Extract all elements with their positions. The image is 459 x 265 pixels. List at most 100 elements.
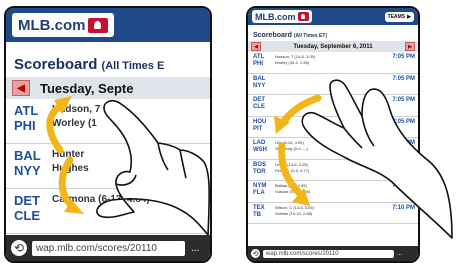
game-row[interactable]: NYM FLA Batista (4-0, 2.95) Volstad (5-12, … — [248, 181, 418, 203]
away-pitcher: Hudson, 7 — [52, 104, 101, 115]
team-codes: BAL NYY — [253, 76, 275, 95]
home-pitcher: Perez, L (0-0, 6.77) — [275, 167, 310, 173]
scoreboard-subtitle: (All Times E — [101, 60, 165, 72]
home-pitcher: Hughes — [52, 163, 89, 174]
away-team: NYM — [253, 183, 267, 189]
home-team: PHI — [14, 118, 36, 133]
probable-pitchers: Lilly (8-15, 4.09) Strasburg (0-0, ---) — [275, 140, 308, 159]
mlb-logo-icon — [87, 17, 108, 33]
team-codes: DET CLE — [14, 193, 52, 233]
probable-pitchers: Hunter Hughes — [52, 148, 89, 188]
home-pitcher: Shields (14-10, 2.88) — [275, 210, 313, 216]
home-pitcher: Strasburg (0-0, ---) — [275, 146, 309, 151]
game-time: 7:05 PM — [392, 54, 415, 60]
away-team: BOS — [253, 161, 267, 168]
probable-pitchers: Lester (14-6, 3.05) Perez, L (0-0, 6.77) — [275, 162, 309, 181]
game-time: 7:10 PM — [392, 204, 415, 211]
home-team: FLA — [253, 190, 265, 196]
team-codes: DET CLE — [253, 97, 275, 116]
game-row[interactable]: TEX TB Wilson, C (14-6, 3.05) Shields (14-1… — [248, 203, 418, 224]
mlb-logo[interactable]: MLB.com — [252, 10, 312, 23]
game-row[interactable]: ATL PHI Hudson, 7 Worley (1 — [6, 99, 210, 144]
teams-button-label: TEAMS — [387, 13, 406, 20]
game-time: 7:05 PM — [392, 97, 415, 103]
game-row[interactable]: DET CLE 7:05 PM — [248, 95, 418, 117]
browser-url-bar: ⟲ wap.mlb.com/scores/20110 ... — [248, 246, 418, 261]
home-pitcher: Lincoln — [275, 118, 288, 124]
home-pitcher: Worley (1 — [52, 118, 97, 129]
away-pitcher: Wilson, C (14-6, 3.05) — [275, 204, 314, 210]
date-label: Tuesday, September 6, 2011 — [293, 43, 373, 50]
mlb-header: MLB.com — [6, 8, 210, 42]
away-team: BAL — [253, 75, 266, 82]
game-row[interactable]: DET CLE Carmona (6-13, 4.84) — [6, 189, 210, 234]
away-team: TEX — [253, 204, 265, 211]
team-codes: ATL PHI — [14, 103, 52, 143]
url-field[interactable]: wap.mlb.com/scores/20110 — [263, 249, 394, 258]
home-team: TB — [253, 211, 261, 218]
game-row[interactable]: BAL NYY 7:05 PM — [248, 74, 418, 95]
game-row[interactable]: BOS TOR Lester (14-6, 3.05) Perez, L (0-0, … — [248, 160, 418, 181]
home-team: CLE — [14, 208, 40, 223]
home-team: PIT — [253, 125, 263, 132]
game-time: 7:05 PM — [392, 140, 415, 146]
refresh-icon: ⟲ — [13, 241, 25, 255]
game-time: 7:10 PM — [392, 183, 415, 189]
game-time: 7:05 PM — [392, 75, 415, 82]
next-day-button[interactable]: ▶ — [405, 42, 415, 51]
probable-pitchers: Lincoln — [275, 119, 288, 138]
team-codes: ATL PHI — [253, 54, 275, 73]
teams-arrow-icon: ▶ — [407, 13, 411, 20]
team-codes: BOS TOR — [253, 162, 275, 181]
team-codes: BAL NYY — [14, 148, 52, 188]
away-pitcher: Lester (14-6, 3.05) — [275, 161, 308, 167]
prev-arrow-icon: ◀ — [17, 82, 25, 94]
scoreboard-title-text: Scoreboard — [253, 32, 292, 39]
game-row[interactable]: BAL NYY Hunter Hughes — [6, 144, 210, 189]
away-team: DET — [253, 97, 265, 103]
home-team: NYY — [253, 82, 266, 89]
date-bar: ◀ Tuesday, September 6, 2011 ▶ — [248, 41, 418, 52]
refresh-button[interactable]: ⟲ — [251, 249, 260, 258]
home-pitcher: Worley (10-2, 2.85) — [275, 60, 310, 65]
prev-day-button[interactable]: ◀ — [251, 42, 261, 51]
away-team: LAD — [253, 140, 266, 146]
game-row[interactable]: HOU PIT Lincoln 7:05 PM — [248, 117, 418, 138]
away-team: ATL — [253, 54, 265, 60]
game-time: 7:05 PM — [392, 118, 415, 125]
team-codes: HOU PIT — [253, 119, 275, 138]
home-team: CLE — [253, 104, 265, 110]
team-codes: NYM FLA — [253, 183, 275, 202]
home-team: PHI — [253, 61, 264, 67]
menu-dots[interactable]: ... — [397, 251, 402, 257]
refresh-button[interactable]: ⟲ — [11, 240, 27, 256]
away-team: DET — [14, 193, 40, 208]
away-team: ATL — [14, 103, 39, 118]
prev-day-button[interactable]: ◀ — [12, 80, 30, 96]
refresh-icon: ⟲ — [252, 250, 259, 258]
scoreboard-title: Scoreboard (All Times ET) — [248, 25, 418, 41]
scoreboard-title: Scoreboard (All Times E — [6, 42, 210, 77]
date-bar: ◀ Tuesday, Septe — [6, 77, 210, 99]
logo-text: MLB.com — [255, 11, 296, 22]
url-field[interactable]: wap.mlb.com/scores/20110 — [32, 240, 185, 256]
phone-screen-left: MLB.com Scoreboard (All Times E ◀ Tuesda… — [4, 6, 212, 263]
menu-dots[interactable]: ... — [191, 243, 199, 254]
away-pitcher: Hunter — [52, 149, 85, 160]
phone-screen-right: MLB.com TEAMS ▶ Scoreboard (All Times ET… — [246, 6, 420, 263]
away-team: BAL — [14, 148, 41, 163]
scoreboard-title-text: Scoreboard — [14, 56, 98, 73]
probable-pitchers: Wilson, C (14-6, 3.05) Shields (14-10, 2.… — [275, 205, 314, 224]
teams-button[interactable]: TEAMS ▶ — [384, 11, 414, 22]
mlb-logo[interactable]: MLB.com — [12, 13, 114, 37]
probable-pitchers: Hudson, T (14-8, 3.05) Worley (10-2, 2.85… — [275, 54, 315, 73]
game-row[interactable]: ATL PHI Hudson, T (14-8, 3.05) Worley (10-2… — [248, 52, 418, 74]
mlb-header: MLB.com TEAMS ▶ — [248, 8, 418, 25]
browser-url-bar: ⟲ wap.mlb.com/scores/20110 ... — [6, 235, 210, 261]
home-team: NYY — [14, 163, 41, 178]
game-row[interactable]: LAD WSH Lilly (8-15, 4.09) Strasburg (0-0, … — [248, 138, 418, 160]
prev-arrow-icon: ◀ — [254, 43, 258, 50]
next-arrow-icon: ▶ — [408, 43, 412, 50]
scoreboard-subtitle: (All Times ET) — [293, 33, 328, 39]
home-pitcher: Volstad (5-12, 4.98) — [275, 189, 310, 194]
